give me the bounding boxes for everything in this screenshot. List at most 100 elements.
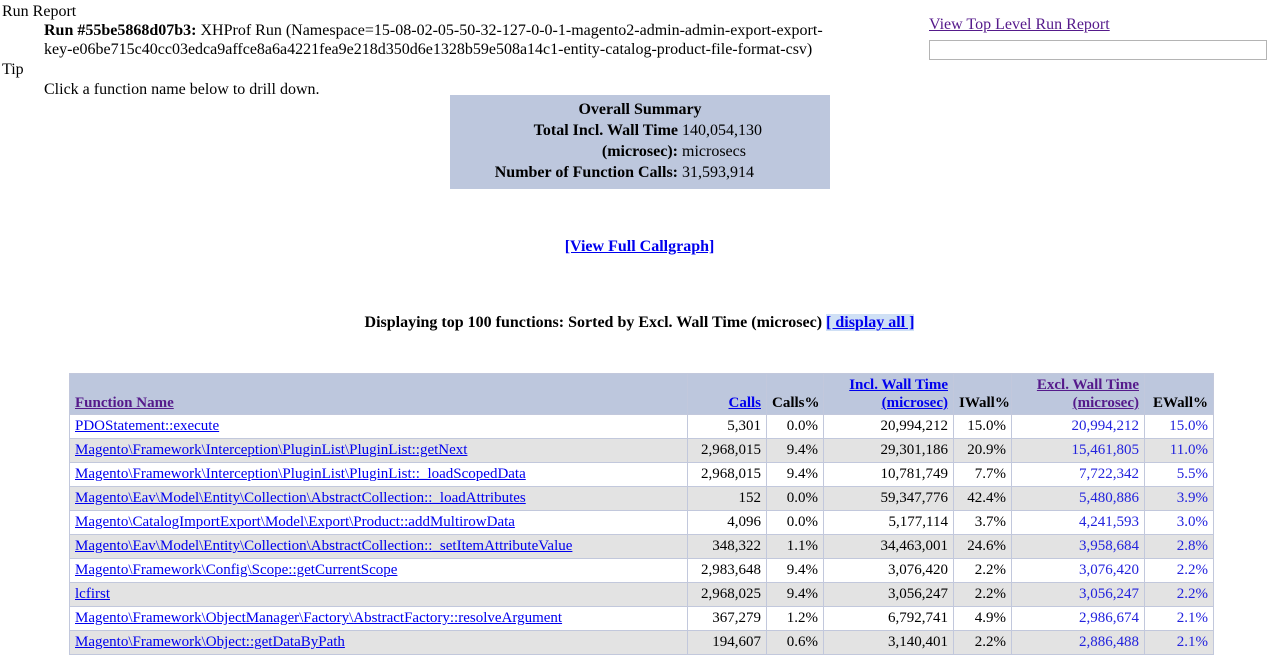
column-header-excl-wall-time[interactable]: Excl. Wall Time (microsec) — [1011, 373, 1145, 415]
function-name-link[interactable]: Magento\Eav\Model\Entity\Collection\Abst… — [75, 490, 526, 506]
cell-iwall-pct: 2.2% — [953, 558, 1012, 583]
cell-incl-wall-time: 29,301,186 — [823, 438, 954, 463]
column-header-iwall-pct: IWall% — [953, 373, 1012, 415]
function-name-link[interactable]: PDOStatement::execute — [75, 418, 219, 434]
sort-function-name-link[interactable]: Function Name — [75, 395, 174, 411]
function-name-link[interactable]: Magento\Framework\Interception\PluginLis… — [75, 466, 526, 482]
cell-function-name: Magento\Framework\Interception\PluginLis… — [69, 438, 688, 463]
excl-wall-time-label-line1: Excl. Wall Time — [1036, 377, 1139, 393]
summary-value-total-wall-time: 140,054,130 — [682, 122, 762, 139]
cell-function-name: Magento\Framework\Interception\PluginLis… — [69, 462, 688, 487]
table-row: PDOStatement::execute 5,301 0.0% 20,994,212… — [69, 414, 1214, 439]
sort-calls-link[interactable]: Calls — [728, 395, 761, 411]
cell-function-name: Magento\Eav\Model\Entity\Collection\Abst… — [69, 486, 688, 511]
cell-calls-pct: 9.4% — [766, 582, 824, 607]
page-header: Run Report Run #55be5868d07b3: XHProf Ru… — [0, 0, 1279, 99]
cell-calls-pct: 1.1% — [766, 534, 824, 559]
cell-calls: 4,096 — [687, 510, 767, 535]
summary-row-total-wall-time: Total Incl. Wall Time 140,054,130 — [450, 120, 830, 141]
cell-calls-pct: 9.4% — [766, 462, 824, 487]
cell-iwall-pct: 15.0% — [953, 414, 1012, 439]
cell-ewall-pct: 2.8% — [1144, 534, 1214, 559]
column-header-function-name[interactable]: Function Name — [69, 373, 688, 415]
overall-summary-table: Total Incl. Wall Time 140,054,130 (micro… — [450, 120, 830, 183]
excl-wall-time-label-line2: (microsec) — [1072, 395, 1139, 411]
column-header-calls-pct: Calls% — [766, 373, 824, 415]
cell-ewall-pct: 5.5% — [1144, 462, 1214, 487]
cell-excl-wall-time: 2,886,488 — [1011, 630, 1145, 655]
cell-iwall-pct: 3.7% — [953, 510, 1012, 535]
function-name-link[interactable]: Magento\Framework\Interception\PluginLis… — [75, 442, 467, 458]
column-header-incl-wall-time[interactable]: Incl. Wall Time (microsec) — [823, 373, 954, 415]
view-top-level-run-report-link[interactable]: View Top Level Run Report — [929, 16, 1110, 33]
incl-wall-time-label-line2: (microsec) — [881, 395, 948, 411]
cell-calls: 2,983,648 — [687, 558, 767, 583]
cell-incl-wall-time: 3,076,420 — [823, 558, 954, 583]
cell-excl-wall-time: 3,056,247 — [1011, 582, 1145, 607]
function-name-link[interactable]: Magento\Framework\ObjectManager\Factory\… — [75, 610, 562, 626]
search-input[interactable] — [929, 40, 1267, 60]
cell-excl-wall-time: 3,958,684 — [1011, 534, 1145, 559]
function-name-link[interactable]: Magento\Eav\Model\Entity\Collection\Abst… — [75, 538, 572, 554]
callgraph-link-container: [View Full Callgraph] — [0, 238, 1279, 256]
sort-incl-wall-time-link[interactable]: Incl. Wall Time (microsec) — [849, 377, 948, 411]
cell-calls: 2,968,015 — [687, 438, 767, 463]
cell-incl-wall-time: 3,056,247 — [823, 582, 954, 607]
cell-excl-wall-time: 7,722,342 — [1011, 462, 1145, 487]
cell-ewall-pct: 3.9% — [1144, 486, 1214, 511]
cell-iwall-pct: 2.2% — [953, 582, 1012, 607]
cell-function-name: PDOStatement::execute — [69, 414, 688, 439]
cell-calls-pct: 0.0% — [766, 414, 824, 439]
run-description-line: Run #55be5868d07b3: XHProf Run (Namespac… — [44, 21, 849, 59]
function-name-link[interactable]: lcfirst — [75, 586, 110, 602]
displaying-line: Displaying top 100 functions: Sorted by … — [0, 314, 1279, 332]
cell-calls-pct: 9.4% — [766, 558, 824, 583]
cell-ewall-pct: 2.2% — [1144, 558, 1214, 583]
sort-excl-wall-time-link[interactable]: Excl. Wall Time (microsec) — [1037, 377, 1139, 411]
displaying-text: Displaying top 100 functions: Sorted by … — [364, 314, 823, 331]
cell-iwall-pct: 20.9% — [953, 438, 1012, 463]
cell-iwall-pct: 42.4% — [953, 486, 1012, 511]
cell-function-name: Magento\Framework\Object::getDataByPath — [69, 630, 688, 655]
cell-function-name: Magento\Eav\Model\Entity\Collection\Abst… — [69, 534, 688, 559]
table-row: Magento\CatalogImportExport\Model\Export… — [69, 510, 1214, 535]
cell-calls-pct: 9.4% — [766, 438, 824, 463]
table-row: Magento\Eav\Model\Entity\Collection\Abst… — [69, 534, 1214, 559]
tip-label: Tip — [2, 61, 24, 78]
cell-excl-wall-time: 15,461,805 — [1011, 438, 1145, 463]
overall-summary-box: Overall Summary Total Incl. Wall Time 14… — [450, 95, 830, 189]
table-row: Magento\Framework\Config\Scope::getCurre… — [69, 558, 1214, 583]
table-row: Magento\Framework\ObjectManager\Factory\… — [69, 606, 1214, 631]
column-header-calls[interactable]: Calls — [687, 373, 767, 415]
cell-ewall-pct: 3.0% — [1144, 510, 1214, 535]
functions-table: Function Name Calls Calls% Incl. Wall Ti… — [69, 373, 1214, 655]
cell-excl-wall-time: 20,994,212 — [1011, 414, 1145, 439]
column-header-ewall-pct: EWall% — [1144, 373, 1214, 415]
cell-iwall-pct: 24.6% — [953, 534, 1012, 559]
table-row: Magento\Framework\Interception\PluginLis… — [69, 462, 1214, 487]
view-full-callgraph-link[interactable]: [View Full Callgraph] — [565, 238, 715, 255]
cell-function-name: lcfirst — [69, 582, 688, 607]
summary-value-total-wall-time-unit: microsecs — [682, 143, 746, 160]
summary-value-num-calls: 31,593,914 — [682, 164, 754, 181]
cell-ewall-pct: 15.0% — [1144, 414, 1214, 439]
cell-calls: 5,301 — [687, 414, 767, 439]
table-row: Magento\Framework\Object::getDataByPath 1… — [69, 630, 1214, 655]
cell-ewall-pct: 2.1% — [1144, 630, 1214, 655]
cell-function-name: Magento\Framework\ObjectManager\Factory\… — [69, 606, 688, 631]
cell-incl-wall-time: 34,463,001 — [823, 534, 954, 559]
cell-excl-wall-time: 5,480,886 — [1011, 486, 1145, 511]
display-all-link[interactable]: [ display all ] — [826, 314, 915, 331]
cell-excl-wall-time: 4,241,593 — [1011, 510, 1145, 535]
summary-key-num-calls: Number of Function Calls: — [494, 164, 678, 181]
incl-wall-time-label-line1: Incl. Wall Time — [849, 377, 948, 393]
function-name-link[interactable]: Magento\Framework\Config\Scope::getCurre… — [75, 562, 397, 578]
cell-ewall-pct: 11.0% — [1144, 438, 1214, 463]
cell-ewall-pct: 2.2% — [1144, 582, 1214, 607]
run-id-label: Run #55be5868d07b3: — [44, 22, 197, 39]
table-row: lcfirst 2,968,025 9.4% 3,056,247 2.2% 3,056,2… — [69, 582, 1214, 607]
cell-incl-wall-time: 3,140,401 — [823, 630, 954, 655]
function-name-link[interactable]: Magento\CatalogImportExport\Model\Export… — [75, 514, 515, 530]
summary-row-num-calls: Number of Function Calls: 31,593,914 — [450, 162, 830, 183]
cell-calls: 2,968,025 — [687, 582, 767, 607]
